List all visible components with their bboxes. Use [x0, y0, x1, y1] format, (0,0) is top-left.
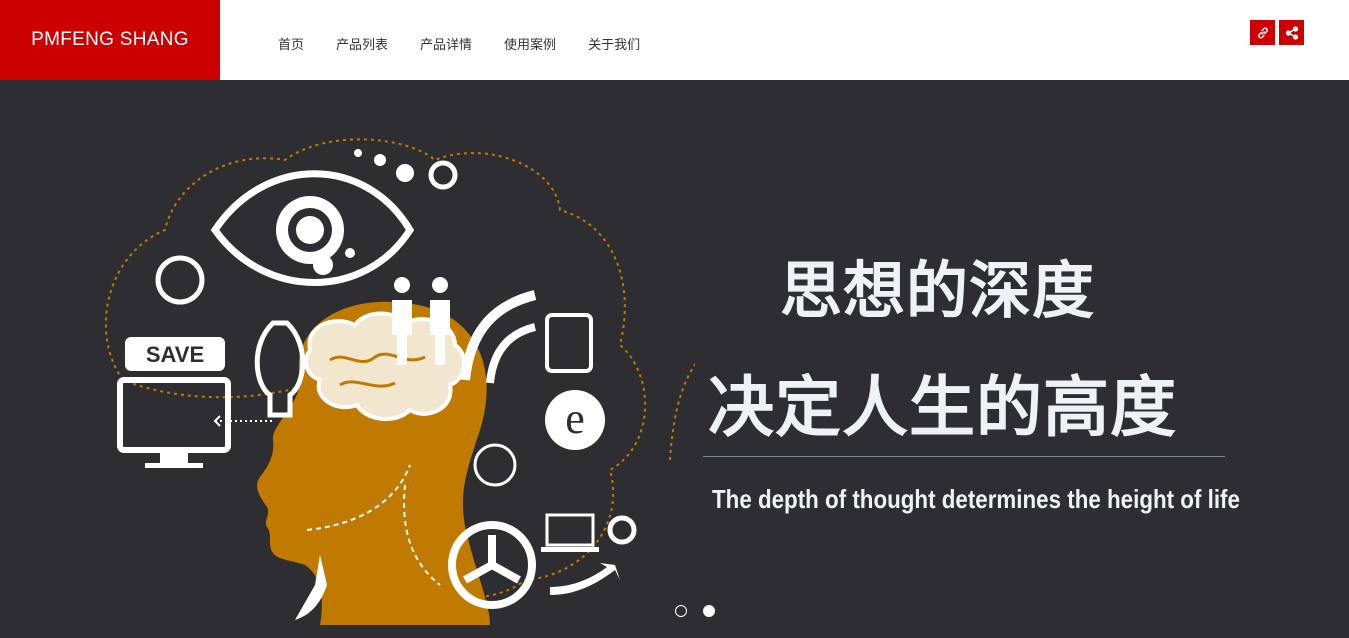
header-actions — [1250, 20, 1304, 45]
brand-logo[interactable]: PMFENG SHANG — [0, 0, 220, 80]
nav-item-product-detail[interactable]: 产品详情 — [404, 34, 488, 53]
carousel-pagination — [675, 605, 715, 617]
hero-subline: The depth of thought determines the heig… — [712, 484, 1240, 514]
svg-text:e: e — [565, 394, 585, 443]
link-button[interactable] — [1250, 20, 1275, 45]
headline-divider — [703, 456, 1225, 457]
nav-item-product-list[interactable]: 产品列表 — [320, 34, 404, 53]
carousel-dot-1[interactable] — [675, 605, 687, 617]
share-icon — [1285, 25, 1298, 40]
main-nav: 首页 产品列表 产品详情 使用案例 关于我们 — [262, 0, 656, 86]
site-header: PMFENG SHANG 首页 产品列表 产品详情 使用案例 关于我们 — [0, 0, 1349, 80]
hero-banner: SAVE e 思想的深度 决定人生的高度 The depth of though… — [0, 80, 1349, 638]
save-label: SAVE — [146, 342, 204, 367]
share-button[interactable] — [1279, 20, 1304, 45]
carousel-dot-2[interactable] — [703, 605, 715, 617]
hero-headline-line1: 思想的深度 — [780, 254, 1096, 327]
head-illustration: SAVE e — [104, 138, 695, 625]
nav-item-about-us[interactable]: 关于我们 — [572, 34, 656, 53]
link-icon — [1257, 27, 1268, 38]
nav-item-use-cases[interactable]: 使用案例 — [488, 34, 572, 53]
hero-headline-line2: 决定人生的高度 — [708, 369, 1177, 446]
nav-item-home[interactable]: 首页 — [262, 34, 320, 53]
